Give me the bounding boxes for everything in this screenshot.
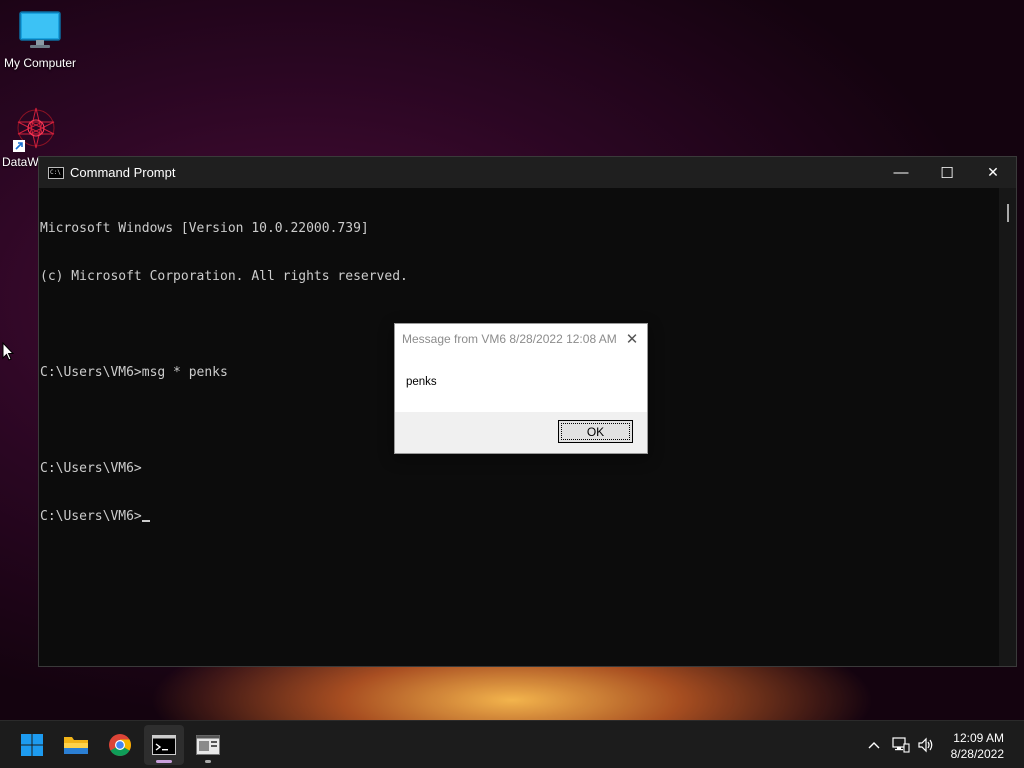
mouse-pointer-icon [2,342,14,361]
desktop-icon-my-computer[interactable]: My Computer [0,10,80,70]
folder-icon [64,737,88,754]
command-prompt-taskbar-button[interactable] [144,725,184,765]
dialog-title: Message from VM6 8/28/2022 12:08 AM [402,332,617,346]
show-hidden-icons-chevron-icon[interactable] [864,735,884,755]
window-title: Command Prompt [70,165,176,180]
dialog-message: penks [406,376,437,388]
volume-icon[interactable] [916,735,936,755]
scrollbar-thumb[interactable] [1007,204,1009,222]
dialog-close-button[interactable]: ✕ [617,330,647,348]
ok-button[interactable]: OK [558,420,633,443]
system-clock[interactable]: 12:09 AM 8/28/2022 [951,730,1004,762]
windows-logo-icon [21,734,43,756]
message-dialog[interactable]: Message from VM6 8/28/2022 12:08 AM ✕ pe… [394,323,648,454]
active-indicator [156,760,172,763]
terminal-icon: C:\ [48,166,64,179]
text-cursor [141,520,150,522]
title-bar[interactable]: C:\ Command Prompt — ☐ ✕ [39,157,1016,188]
console-prompt-line[interactable]: C:\Users\VM6> [40,509,1016,525]
datawrapper-shortcut-icon [13,107,55,152]
monitor-icon [19,11,61,48]
running-indicator [205,760,211,763]
chrome-icon [109,734,131,756]
app-taskbar-button[interactable] [188,725,228,765]
terminal-icon [152,735,176,755]
desktop-icon-label: My Computer [3,56,77,70]
file-explorer-button[interactable] [56,725,96,765]
console-line: (c) Microsoft Corporation. All rights re… [40,269,408,284]
window-app-icon [196,735,220,755]
maximize-button[interactable]: ☐ [924,157,970,188]
clock-time: 12:09 AM [953,731,1004,745]
chrome-button[interactable] [100,725,140,765]
dialog-title-bar[interactable]: Message from VM6 8/28/2022 12:08 AM ✕ [395,324,647,354]
close-button[interactable]: ✕ [970,157,1016,188]
minimize-button[interactable]: — [878,157,924,188]
taskbar: 12:09 AM 8/28/2022 [0,720,1024,768]
console-line: C:\Users\VM6> [40,461,142,476]
vertical-scrollbar[interactable] [999,188,1016,666]
start-button[interactable] [12,725,52,765]
console-prompt: C:\Users\VM6> [40,509,142,524]
network-icon[interactable] [891,735,911,755]
clock-date: 8/28/2022 [950,747,1004,761]
dialog-footer: OK [395,412,647,453]
console-line: Microsoft Windows [Version 10.0.22000.73… [40,221,369,236]
